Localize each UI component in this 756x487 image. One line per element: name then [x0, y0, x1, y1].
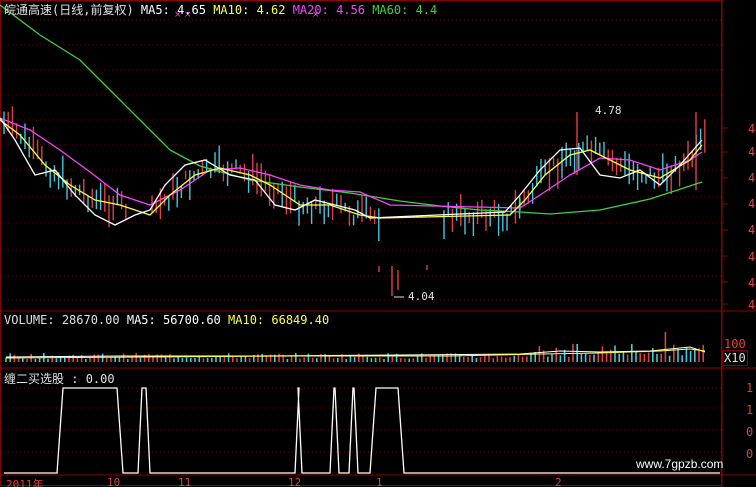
ma60-value: 4.4 — [415, 3, 438, 17]
low-marker-label: 4.04 — [408, 290, 435, 303]
volume-value: 28670.00 — [61, 313, 120, 327]
x-axis-label: 2011年 — [6, 478, 44, 487]
ma20-label: MA20: — [292, 3, 329, 17]
ma10-value: 4.62 — [256, 3, 286, 17]
ma5-label: MA5: — [140, 3, 170, 17]
price-header: 皖通高速(日线,前复权) MA5: 4.65 MA10: 4.62 MA20: … — [4, 1, 437, 18]
chart-frame — [0, 0, 722, 486]
y-tick: 4 — [748, 122, 756, 136]
chart-root: × × × 皖通高速(日线,前复权) MA5: 4.65 MA10: 4.62 MA… — [0, 0, 756, 487]
volume-ma10-line — [5, 348, 706, 359]
indicator-tick: 1 — [746, 381, 754, 395]
volume-scale-top: 100 — [724, 337, 746, 351]
x-axis-label: 10 — [107, 476, 121, 487]
indicator-value: : 0.00 — [71, 372, 115, 386]
y-tick: 4 — [748, 250, 756, 264]
volume-ma10-label: MA10: — [228, 313, 265, 327]
ma60-label: MA60: — [372, 3, 409, 17]
volume-scale-mult: X10 — [722, 350, 748, 366]
volume-header: VOLUME: 28670.00 MA5: 56700.60 MA10: 668… — [4, 313, 329, 327]
chart-svg: × × × — [0, 0, 756, 487]
volume-ma5-label: MA5: — [126, 313, 156, 327]
volume-label: VOLUME: — [4, 313, 55, 327]
indicator-tick: 0 — [746, 447, 754, 461]
indicator-label: 缠二买选股 — [4, 372, 65, 386]
y-tick: 4 — [748, 276, 756, 290]
ma5-value: 4.65 — [177, 3, 206, 17]
signal-line — [4, 387, 720, 474]
watermark: www.7gpzb.com — [636, 457, 724, 471]
x-axis-label: 12 — [288, 476, 302, 487]
ma10-label: MA10: — [213, 3, 250, 17]
volume-ma10-value: 66849.40 — [271, 313, 330, 327]
y-tick: 4 — [748, 298, 756, 312]
indicator-header: 缠二买选股 : 0.00 — [4, 370, 115, 387]
y-tick: 4 — [748, 171, 756, 185]
high-marker: 4.78 — [595, 104, 622, 117]
volume-ma5-value: 56700.60 — [162, 313, 221, 327]
ma20-value: 4.56 — [336, 3, 365, 17]
x-axis-label: 1 — [376, 476, 383, 487]
indicator-tick: 0 — [746, 425, 754, 439]
stock-title: 皖通高速(日线,前复权) — [4, 3, 134, 17]
y-tick: 4 — [748, 223, 756, 237]
x-axis-label: 11 — [178, 476, 192, 487]
y-tick: 4 — [748, 145, 756, 159]
indicator-tick: 1 — [746, 403, 754, 417]
y-tick: 4 — [748, 197, 756, 211]
x-axis-label: 2 — [555, 476, 562, 487]
